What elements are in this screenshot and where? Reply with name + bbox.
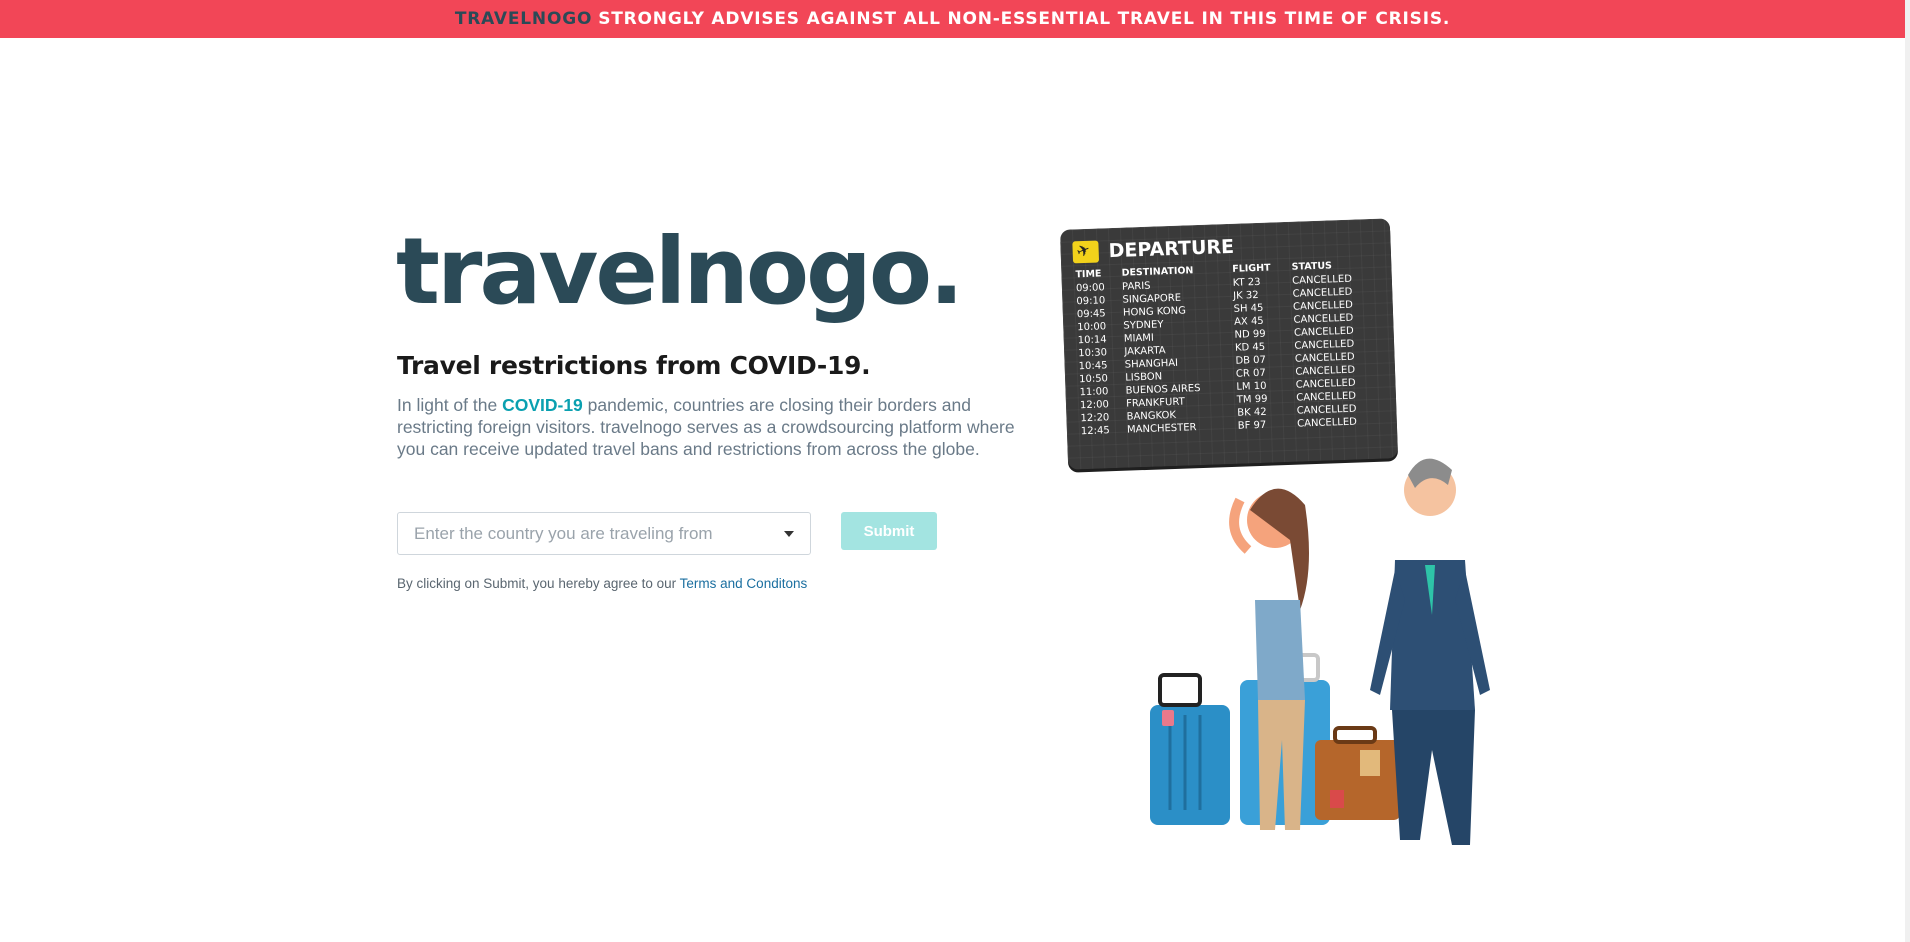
terms-prefix: By clicking on Submit, you hereby agree … xyxy=(397,576,680,591)
caret-down-icon xyxy=(784,531,794,537)
row-destination: MANCHESTER xyxy=(1126,422,1197,436)
terms-notice: By clicking on Submit, you hereby agree … xyxy=(397,576,807,591)
departure-board: DEPARTURE TIME DESTINATION FLIGHT STATUS… xyxy=(1059,218,1399,470)
terms-link[interactable]: Terms and Conditons xyxy=(680,576,808,591)
crisis-banner: TRAVELNOGO STRONGLY ADVISES AGAINST ALL … xyxy=(0,0,1905,38)
plane-icon xyxy=(1072,240,1100,264)
board-title: DEPARTURE xyxy=(1108,235,1235,263)
board-header: DEPARTURE xyxy=(1072,231,1379,264)
country-select-placeholder: Enter the country you are traveling from xyxy=(414,523,713,543)
departure-table: TIME DESTINATION FLIGHT STATUS 09:00 PARI… xyxy=(1073,259,1385,439)
desc-prefix: In light of the xyxy=(397,395,503,415)
banner-brand: TRAVELNOGO xyxy=(454,9,593,29)
row-time: 12:45 xyxy=(1080,425,1110,438)
brown-suitcase xyxy=(1315,740,1400,820)
covid-highlight: COVID-19 xyxy=(502,395,583,415)
departure-board-illustration: DEPARTURE TIME DESTINATION FLIGHT STATUS… xyxy=(1059,218,1399,474)
row-status: CANCELLED xyxy=(1296,416,1358,430)
page-subtitle: Travel restrictions from COVID-19. xyxy=(397,351,871,380)
row-flight: BF 97 xyxy=(1237,419,1267,432)
country-select[interactable]: Enter the country you are traveling from xyxy=(397,512,811,555)
intro-description: In light of the COVID-19 pandemic, count… xyxy=(397,394,1017,460)
submit-button[interactable]: Submit xyxy=(841,512,937,550)
site-logo: travelnogo. xyxy=(396,218,964,325)
page-scrollbar[interactable] xyxy=(1905,0,1910,942)
banner-message: STRONGLY ADVISES AGAINST ALL NON-ESSENTI… xyxy=(598,9,1451,29)
travelers-illustration xyxy=(1150,458,1490,845)
